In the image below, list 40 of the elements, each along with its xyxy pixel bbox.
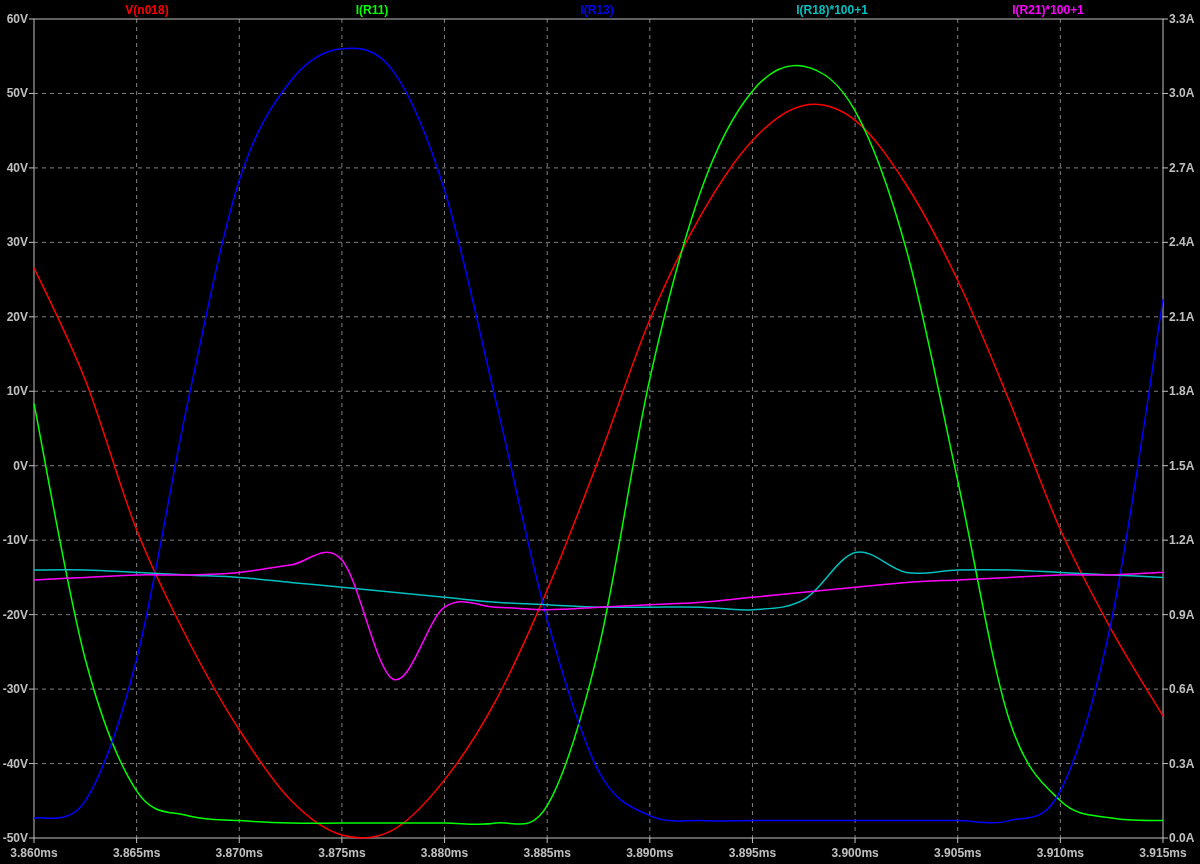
axis-tick-label: 3.890ms	[626, 846, 674, 860]
axis-tick-label: 20V	[6, 309, 28, 324]
axis-tick-label: 3.870ms	[215, 846, 263, 860]
axis-tick-label: 3.865ms	[112, 846, 161, 860]
trace-label[interactable]: I(R11)	[355, 3, 389, 17]
axis-tick-label: 2.4A	[1169, 235, 1195, 250]
axis-tick-label: 3.895ms	[728, 846, 777, 860]
axis-tick-label: 3.860ms	[10, 846, 58, 860]
axis-tick-label: 1.5A	[1169, 458, 1195, 473]
axis-tick-label: 3.905ms	[934, 846, 982, 860]
axis-tick-label: 2.1A	[1169, 309, 1195, 324]
axis-tick-label: 3.3A	[1169, 12, 1195, 26]
axis-tick-label: 50V	[6, 86, 28, 101]
axis-tick-label: 0V	[13, 458, 28, 473]
axis-tick-label: 3.875ms	[318, 846, 366, 860]
axis-tick-label: 60V	[6, 12, 28, 26]
axis-tick-label: 3.880ms	[420, 846, 469, 860]
axis-tick-label: 0.6A	[1169, 682, 1195, 697]
trace-label[interactable]: I(R21)*100+1	[1012, 3, 1084, 17]
axis-tick-label: 10V	[6, 384, 28, 399]
axis-tick-label: 0.3A	[1169, 756, 1195, 771]
axis-tick-label: -40V	[2, 756, 28, 771]
axis-tick-label: 3.900ms	[831, 846, 879, 860]
axis-tick-label: -50V	[2, 831, 28, 845]
axis-tick-label: 3.885ms	[523, 846, 571, 860]
axis-tick-label: -30V	[2, 682, 28, 697]
trace-label[interactable]: I(R18)*100+1	[796, 3, 868, 17]
axis-tick-label: 3.0A	[1169, 86, 1195, 101]
axis-tick-label: -20V	[2, 607, 28, 622]
axis-tick-label: 3.910ms	[1036, 846, 1085, 860]
axis-tick-label: 2.7A	[1169, 160, 1195, 175]
axis-tick-label: 40V	[6, 160, 28, 175]
axis-tick-label: 0.9A	[1169, 607, 1195, 622]
axis-tick-label: 0.0A	[1169, 831, 1195, 845]
axis-tick-label: 3.915ms	[1139, 846, 1187, 860]
axis-tick-label: 1.2A	[1169, 533, 1195, 548]
axis-tick-label: 30V	[6, 235, 28, 250]
axis-tick-label: 1.8A	[1169, 384, 1195, 399]
axis-tick-label: -10V	[2, 533, 28, 548]
trace-label[interactable]: V(n018)	[125, 3, 169, 17]
